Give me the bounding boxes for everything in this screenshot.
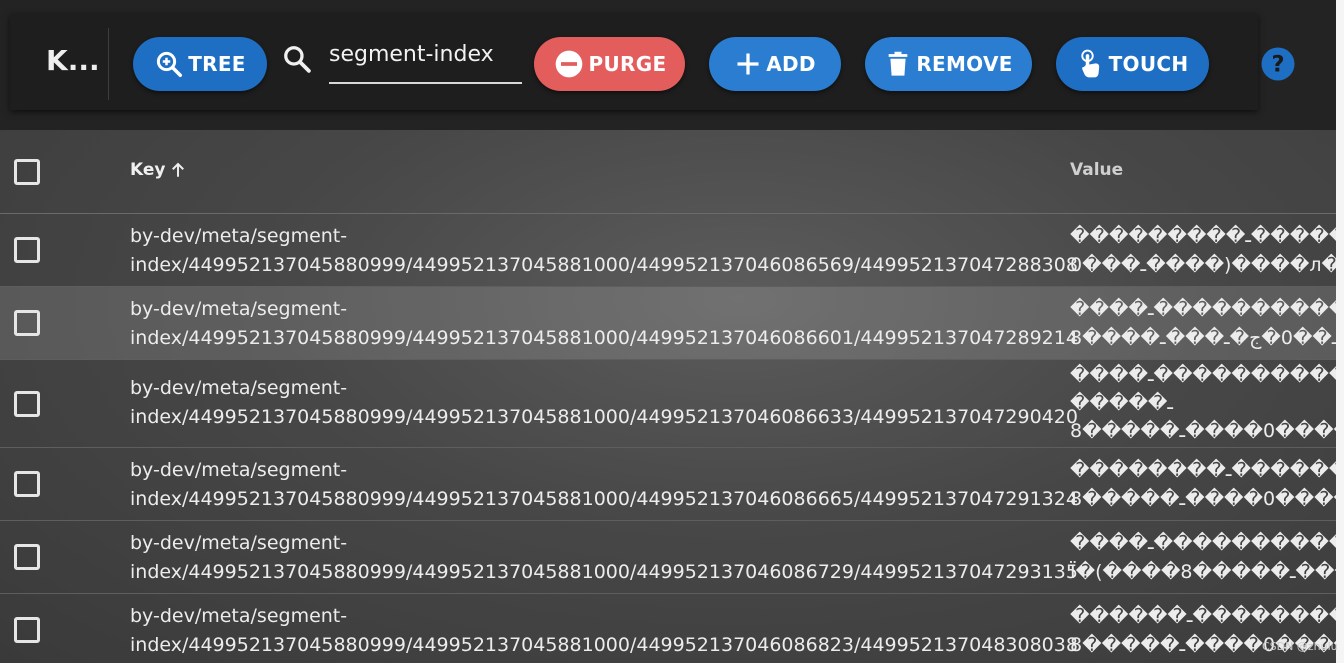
row-key: by-dev/meta/segment- index/4499521370458… [130, 456, 1078, 514]
column-header-value[interactable]: Value [1070, 160, 1123, 180]
row-value-line: �����ـ [1070, 392, 1173, 414]
row-key-line: index/449952137045880999/449952137045881… [130, 327, 1078, 349]
row-value: ����ـ����������ـ�� 8����ـ��0�ج�ـ���ـ���� [1070, 295, 1336, 353]
table-row[interactable]: by-dev/meta/segment- index/4499521370458… [0, 360, 1336, 448]
scrollbar[interactable] [1336, 0, 1344, 663]
column-header-key[interactable]: Key [130, 160, 187, 180]
row-checkbox[interactable] [14, 237, 40, 263]
row-key-line: by-dev/meta/segment- [130, 605, 348, 627]
row-value-line: 8�����ـ����0����ـ�� [1070, 488, 1336, 510]
row-key-line: by-dev/meta/segment- [130, 298, 348, 320]
row-value-line: 8����ـ��0�ج�ـ���ـ���� [1070, 327, 1336, 349]
row-key-line: index/449952137045880999/449952137045881… [130, 406, 1078, 428]
tree-button[interactable]: TREE [133, 37, 267, 91]
row-key-line: index/449952137045880999/449952137045881… [130, 561, 1078, 583]
watermark: CSDN @zhulu [1262, 640, 1338, 653]
row-checkbox[interactable] [14, 391, 40, 417]
column-header-key-label: Key [130, 160, 166, 180]
row-key: by-dev/meta/segment- index/4499521370458… [130, 295, 1078, 353]
touch-hand-icon [1080, 49, 1099, 78]
row-value-line: Ï�(����8�����ـ����� [1070, 561, 1336, 583]
row-value-line: ��������ـ���������� [1070, 459, 1336, 481]
app-title[interactable]: K... [46, 44, 100, 77]
row-value: ����ـ����������ـ�� Ï�(����8�����ـ����� [1070, 529, 1336, 587]
row-key: by-dev/meta/segment- index/4499521370458… [130, 374, 1078, 432]
purge-button-label: PURGE [588, 52, 667, 76]
row-key-line: index/449952137045880999/449952137045881… [130, 254, 1078, 276]
row-value-line: 0���ـ����)����л��8 [1070, 254, 1336, 276]
row-checkbox[interactable] [14, 617, 40, 643]
row-key: by-dev/meta/segment- index/4499521370458… [130, 529, 1078, 587]
row-key-line: by-dev/meta/segment- [130, 459, 348, 481]
zoom-in-icon [157, 51, 183, 77]
table-row[interactable]: by-dev/meta/segment- index/4499521370458… [0, 448, 1336, 521]
trash-icon [888, 51, 908, 76]
toolbar-divider [108, 28, 109, 100]
row-key: by-dev/meta/segment- index/4499521370458… [130, 222, 1078, 280]
row-checkbox[interactable] [14, 471, 40, 497]
remove-button[interactable]: REMOVE [865, 37, 1032, 91]
row-key-line: index/449952137045880999/449952137045881… [130, 634, 1078, 656]
table-row[interactable]: by-dev/meta/segment- index/4499521370458… [0, 521, 1336, 594]
top-bar: K... TREE PURGE [0, 0, 1344, 130]
help-circle-icon[interactable]: ? [1260, 46, 1296, 82]
row-key-line: by-dev/meta/segment- [130, 377, 348, 399]
table-header: Key Value [0, 130, 1336, 214]
touch-button-label: TOUCH [1108, 52, 1189, 76]
row-key-line: by-dev/meta/segment- [130, 532, 348, 554]
search-input[interactable] [329, 42, 522, 67]
row-value-line: ������ـ���������� [1070, 605, 1336, 627]
row-checkbox[interactable] [14, 310, 40, 336]
remove-button-label: REMOVE [916, 52, 1013, 76]
table-row[interactable]: by-dev/meta/segment- index/4499521370458… [0, 287, 1336, 360]
row-key-line: index/449952137045880999/449952137045881… [130, 488, 1078, 510]
svg-text:?: ? [1271, 52, 1284, 78]
row-checkbox[interactable] [14, 544, 40, 570]
row-value-line: ���������ـ����� [1070, 225, 1336, 247]
search-icon [284, 46, 311, 73]
select-all-checkbox[interactable] [14, 159, 40, 185]
add-button-label: ADD [766, 52, 816, 76]
plus-icon [737, 53, 759, 75]
row-value: ���������ـ����� 0���ـ����)����л��8 [1070, 222, 1336, 280]
search-field[interactable] [329, 42, 522, 84]
row-value-line: ����ـ����������ـ�� [1070, 532, 1336, 554]
row-value-line: 8�����ـ����0����ـ�� [1070, 420, 1336, 442]
add-button[interactable]: ADD [709, 37, 841, 91]
touch-button[interactable]: TOUCH [1056, 37, 1209, 91]
row-value-line: ����ـ����������ـ�� [1070, 364, 1336, 386]
row-key-line: by-dev/meta/segment- [130, 225, 348, 247]
row-value-line: ����ـ����������ـ�� [1070, 298, 1336, 320]
toolbar: K... TREE PURGE [10, 14, 1295, 110]
row-value: ����ـ����������ـ�� �����ـ 8�����ـ����0��… [1070, 361, 1336, 445]
row-key: by-dev/meta/segment- index/4499521370458… [130, 602, 1078, 660]
arrow-up-icon [171, 162, 184, 177]
tree-button-label: TREE [188, 52, 246, 76]
row-value: ��������ـ���������� 8�����ـ����0����ـ�� [1070, 456, 1336, 514]
purge-button[interactable]: PURGE [534, 37, 685, 91]
table-row[interactable]: by-dev/meta/segment- index/4499521370458… [0, 214, 1336, 287]
minus-circle-icon [555, 50, 582, 78]
table-row[interactable]: by-dev/meta/segment- index/4499521370458… [0, 594, 1336, 663]
